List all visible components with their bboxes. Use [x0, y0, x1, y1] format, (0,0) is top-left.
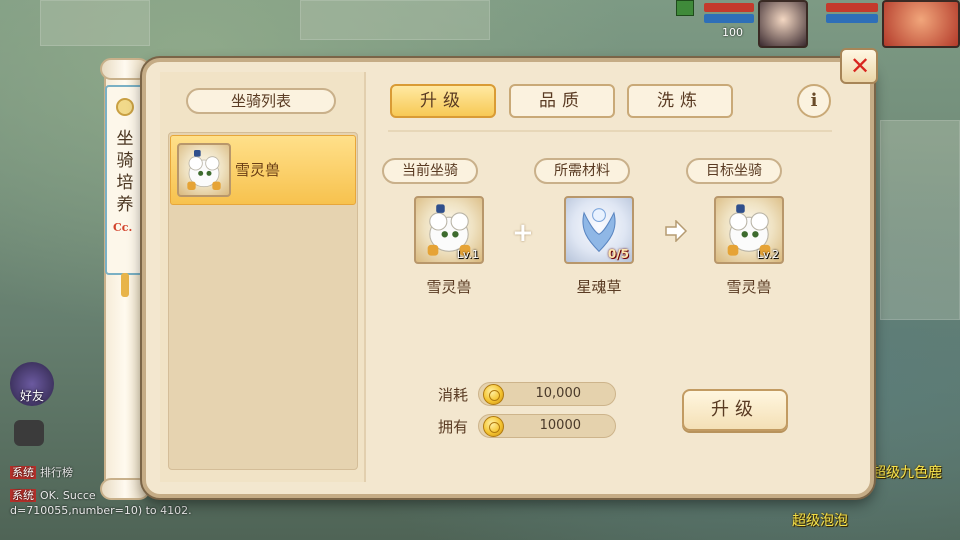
consume-label: 消耗: [438, 386, 469, 404]
page-title: 坐骑培养: [116, 129, 134, 215]
close-icon: ✕: [849, 52, 871, 80]
scroll-tassel: [121, 273, 129, 297]
divider: [388, 130, 832, 132]
chat-bubble-icon[interactable]: [14, 420, 44, 446]
scene-wall-tile: [880, 120, 960, 320]
plus-icon: +: [512, 218, 534, 248]
current-mount-slot[interactable]: Lv.1: [414, 196, 484, 264]
coin-icon: [483, 416, 504, 437]
chat-text: 排行榜: [40, 466, 73, 479]
chat-system-tag: 系统: [10, 489, 36, 502]
scene-courtyard-tile: [300, 0, 490, 40]
chat-text: OK. Succe: [40, 489, 96, 502]
upgrade-button[interactable]: 升级: [682, 389, 788, 431]
scroll-mark: Cc.: [113, 221, 133, 234]
own-bar: 10000: [478, 414, 616, 438]
mp-bar: [704, 14, 754, 23]
required-material-title: 所需材料: [534, 158, 630, 184]
snow-beast-icon: [187, 150, 221, 190]
mail-icon[interactable]: [676, 0, 694, 16]
npc-name[interactable]: 超级九色鹿: [872, 462, 942, 482]
npc-name[interactable]: 超级泡泡: [792, 510, 848, 530]
chat-line: 系统 OK. Succe: [10, 487, 96, 503]
tab-quality[interactable]: 品质: [509, 84, 615, 118]
hp-bar: [704, 3, 754, 12]
material-count: 0/5: [607, 247, 629, 261]
info-button[interactable]: i: [797, 84, 831, 118]
target-mount-title: 目标坐骑: [686, 158, 782, 184]
coin-icon: [483, 384, 504, 405]
mount-list-item[interactable]: 雪灵兽: [170, 135, 356, 205]
chat-line: 系统 排行榜: [10, 464, 73, 480]
mount-level: Lv.1: [456, 248, 479, 261]
scroll-knot-icon: [116, 98, 134, 116]
chat-line: d=710055,number=10) to 4102.: [10, 504, 192, 517]
chat-system-tag: 系统: [10, 466, 36, 479]
mount-list-title: 坐骑列表: [186, 88, 336, 114]
mount-level: Lv.2: [756, 248, 779, 261]
current-mount-title: 当前坐骑: [382, 158, 478, 184]
friends-label: 好友: [20, 389, 45, 403]
pet-hp-bar: [826, 3, 878, 12]
target-mount-slot[interactable]: Lv.2: [714, 196, 784, 264]
player-level: 100: [722, 26, 743, 39]
tab-refine[interactable]: 洗炼: [627, 84, 733, 118]
material-slot[interactable]: 0/5: [564, 196, 634, 264]
material-name: 星魂草: [576, 278, 622, 296]
player-avatar[interactable]: [758, 0, 808, 48]
mount-name: 雪灵兽: [235, 161, 281, 179]
tab-upgrade[interactable]: 升级: [390, 84, 496, 118]
own-label: 拥有: [438, 418, 469, 436]
own-value: 10000: [539, 418, 581, 433]
mount-portrait: [177, 143, 231, 197]
current-mount-name: 雪灵兽: [426, 278, 472, 296]
target-mount-name: 雪灵兽: [726, 278, 772, 296]
arrow-right-icon: [665, 220, 688, 242]
close-button[interactable]: ✕: [840, 48, 878, 84]
consume-value: 10,000: [535, 386, 582, 401]
pet-avatar[interactable]: [882, 0, 960, 48]
pet-mp-bar: [826, 14, 878, 23]
consume-bar: 10,000: [478, 382, 616, 406]
chat-text: d=710055,number=10) to 4102.: [10, 504, 192, 517]
scene-roof-tile: [40, 0, 150, 46]
